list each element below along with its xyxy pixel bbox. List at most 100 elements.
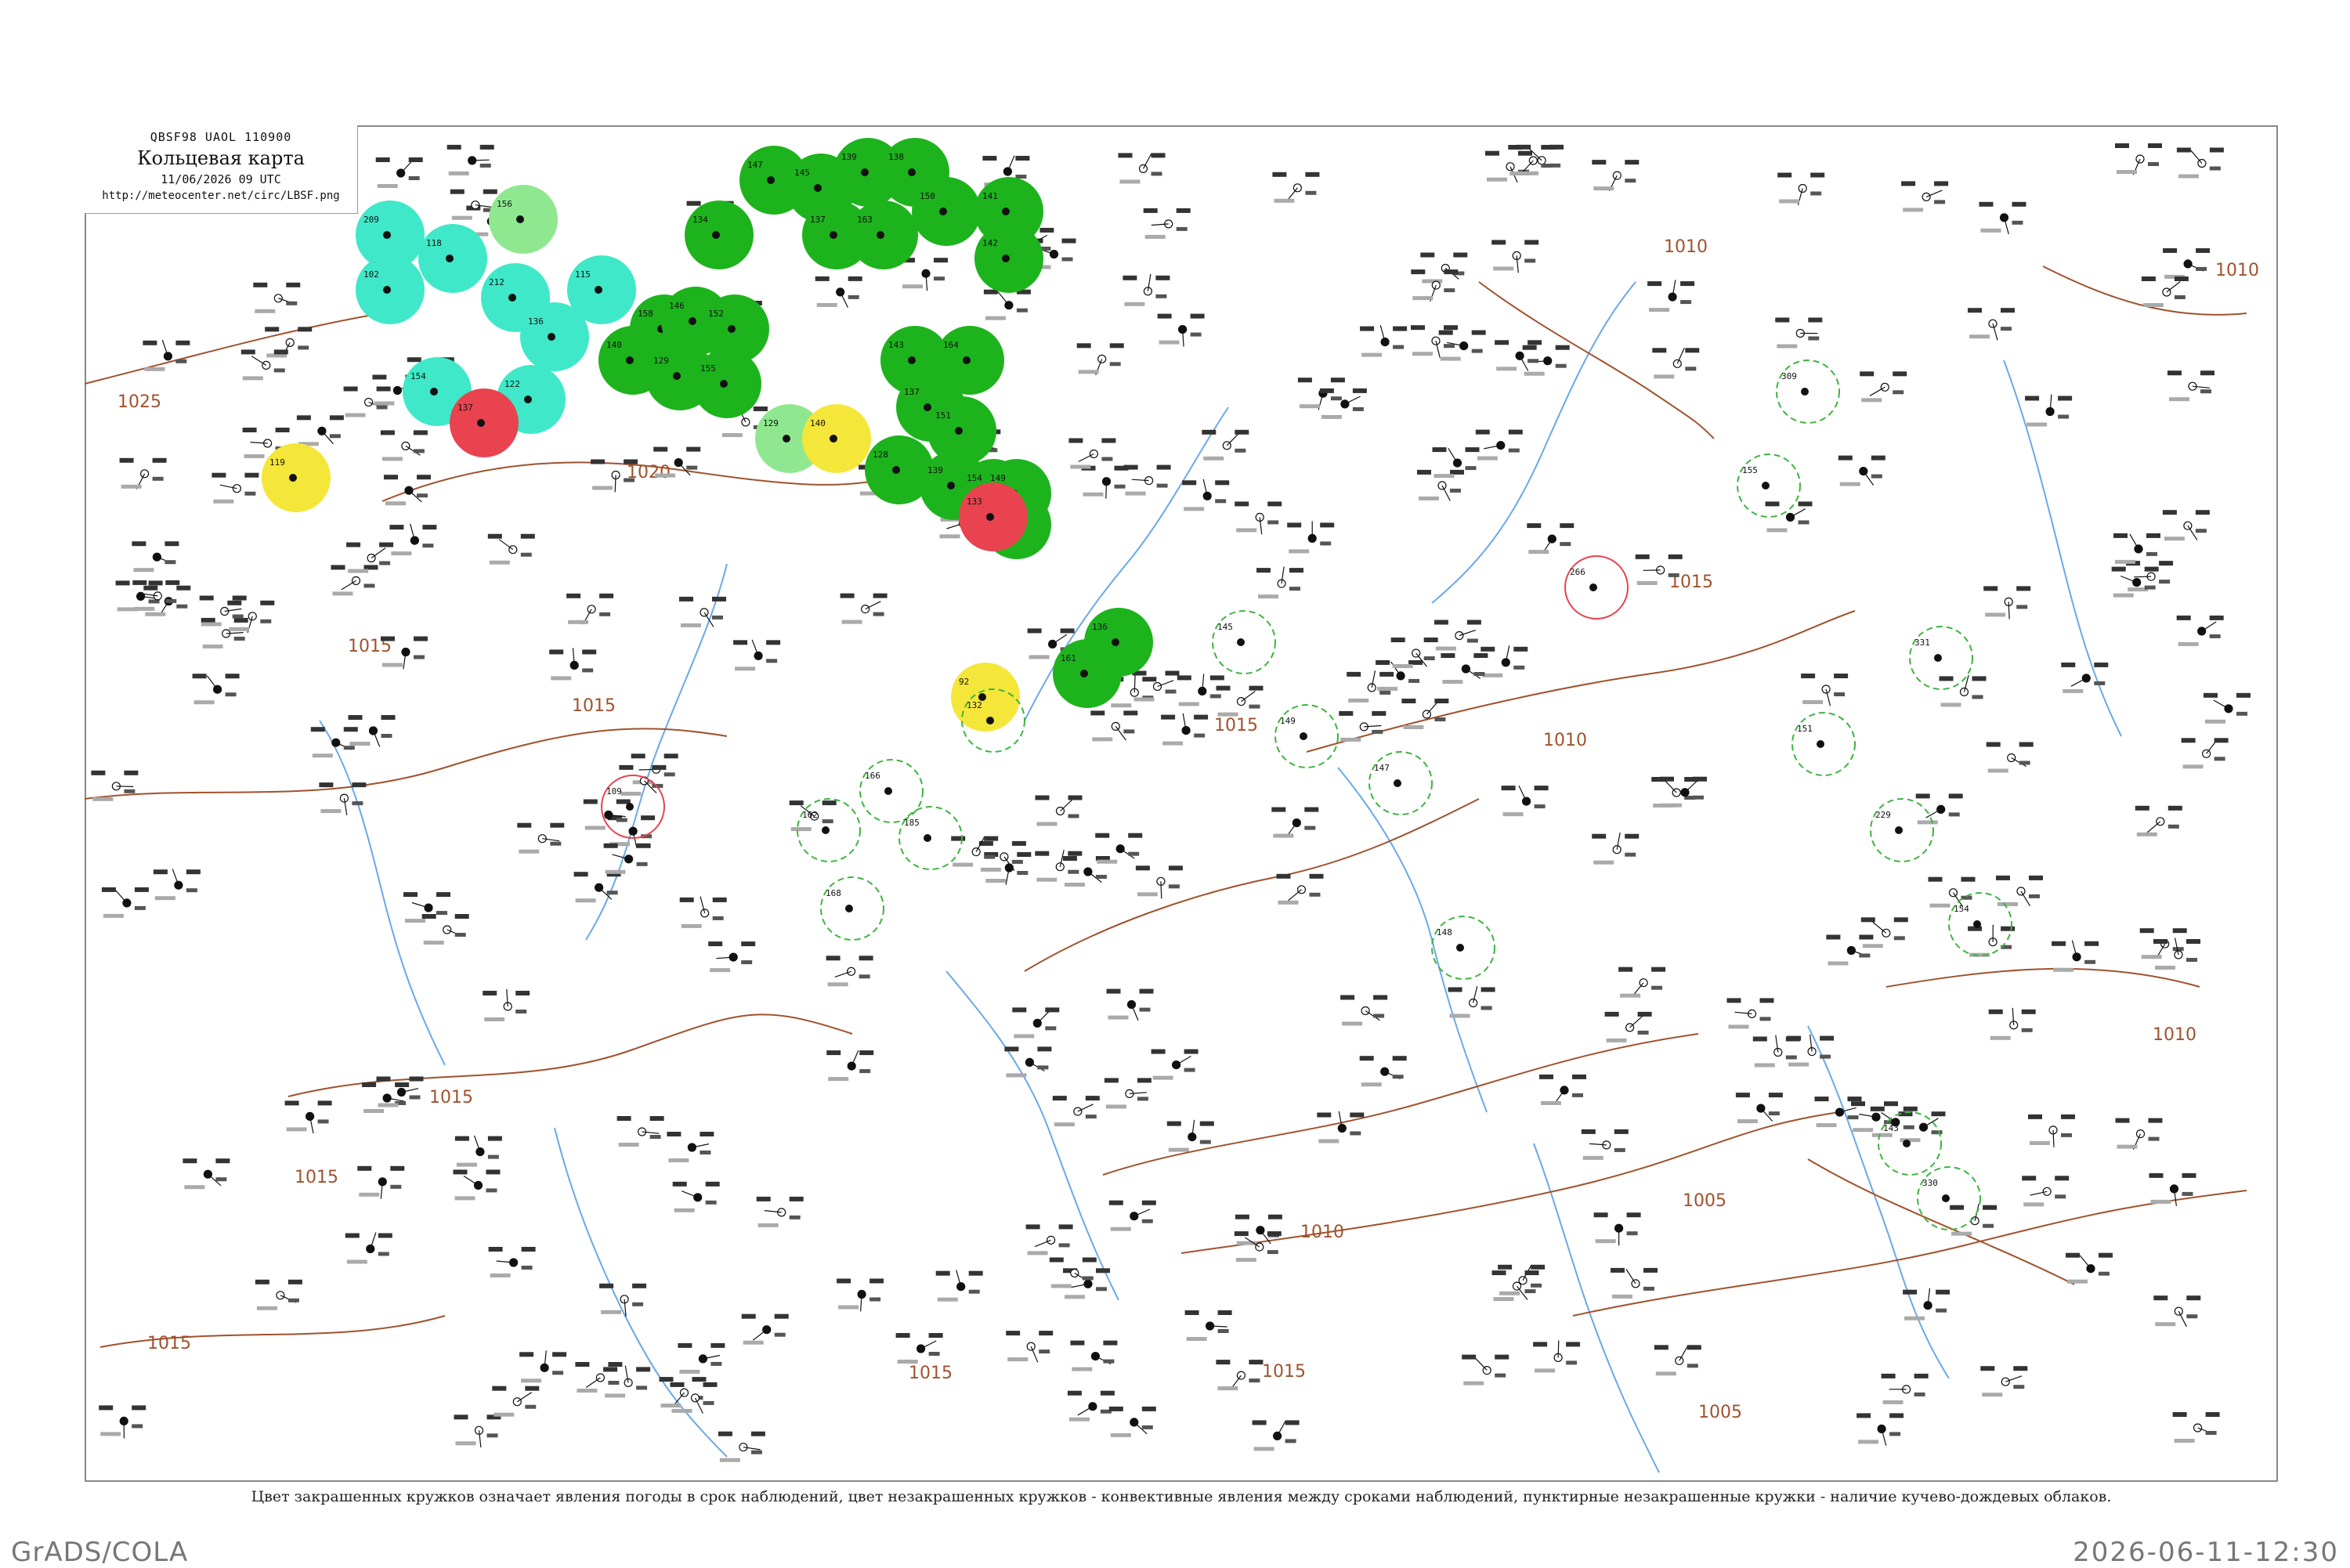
isobar-label: 1015 <box>1214 716 1258 735</box>
station-marker[interactable]: 229 <box>1871 799 1933 862</box>
station-value: 139 <box>927 465 943 475</box>
station-glyph <box>1272 172 1319 203</box>
station-dot <box>1456 944 1464 952</box>
station-dot <box>383 231 391 239</box>
station-marker[interactable]: 142 <box>974 224 1043 293</box>
station-dot <box>626 803 634 811</box>
station-value: 143 <box>888 340 904 350</box>
isobar-line <box>1886 969 2200 987</box>
station-glyph <box>1448 986 1495 1017</box>
station-glyph <box>1727 998 1774 1028</box>
station-marker[interactable]: 134 <box>685 201 754 269</box>
station-marker[interactable]: 166 <box>860 760 923 822</box>
station-glyph <box>896 1333 943 1364</box>
map-title-box: QBSF98 UAOL 110900 Кольцевая карта 11/06… <box>85 125 358 214</box>
station-glyph <box>826 1050 873 1081</box>
station-glyph <box>1277 874 1324 905</box>
map-url[interactable]: http://meteocenter.net/circ/LBSF.png <box>85 190 357 202</box>
station-marker[interactable]: 150 <box>912 177 981 246</box>
station-value: 129 <box>763 418 779 428</box>
station-marker[interactable]: 118 <box>418 224 487 293</box>
station-glyph <box>673 1182 720 1212</box>
station-marker[interactable]: 147 <box>1369 752 1432 815</box>
station-marker[interactable]: 148 <box>1432 916 1495 979</box>
station-glyph <box>2066 1253 2113 1284</box>
station-marker[interactable]: 163 <box>849 201 918 269</box>
station-glyph <box>1775 318 1822 349</box>
rivers <box>320 282 2121 1472</box>
station-glyph <box>1420 253 1467 284</box>
station-dot <box>1903 1140 1911 1147</box>
isobar-line <box>1103 1034 1698 1175</box>
station-glyph <box>1109 1407 1156 1437</box>
station-marker[interactable]: 155 <box>1737 454 1800 517</box>
station-glyph <box>1882 1374 1929 1404</box>
station-glyph <box>1077 343 1124 375</box>
station-marker[interactable]: 102 <box>356 255 425 324</box>
station-glyph <box>1651 777 1698 807</box>
station-glyph <box>671 1382 718 1414</box>
station-glyph <box>680 897 727 928</box>
station-value: 209 <box>363 215 379 225</box>
station-glyph <box>1235 501 1282 534</box>
station-marker[interactable]: 143 <box>1878 1112 1941 1175</box>
footer-timestamp: 2026-06-11-12:30 <box>2073 1537 2339 1568</box>
isobar-label: 1010 <box>2153 1025 2196 1045</box>
station-value: 150 <box>920 191 935 201</box>
station-glyph <box>154 869 201 901</box>
station-value: 129 <box>653 356 669 366</box>
station-glyph <box>815 276 862 308</box>
station-marker[interactable]: 149 <box>1275 705 1338 768</box>
station-glyph <box>984 290 1031 320</box>
isobar-label: 1015 <box>909 1364 953 1383</box>
station-glyph <box>1462 1355 1509 1386</box>
station-glyph <box>183 1158 230 1189</box>
station-glyph <box>2163 248 2210 279</box>
station-dot <box>892 466 900 474</box>
station-glyph <box>1989 1008 2036 1040</box>
station-marker[interactable]: 309 <box>1777 360 1839 423</box>
isobar-label: 1015 <box>295 1168 338 1187</box>
station-marker[interactable]: 119 <box>262 443 331 512</box>
station-dot <box>524 396 532 403</box>
station-glyph <box>1654 1345 1701 1375</box>
station-glyph <box>492 1386 539 1417</box>
station-marker[interactable]: 155 <box>692 349 761 418</box>
station-dot <box>720 380 728 388</box>
station-dot <box>822 826 830 834</box>
station-dot <box>383 286 391 294</box>
station-dot <box>845 905 853 912</box>
station-glyph <box>1903 1288 1950 1321</box>
station-glyph <box>2061 663 2108 693</box>
station-marker[interactable]: 140 <box>802 404 871 473</box>
station-marker[interactable]: 164 <box>935 326 1004 395</box>
station-glyph <box>1987 742 2034 773</box>
station-marker[interactable]: 145 <box>1213 611 1275 674</box>
station-marker[interactable]: 168 <box>821 877 884 940</box>
station-dot <box>689 317 696 325</box>
weather-map[interactable]: 1025102010151015101510151015101510151010… <box>85 125 2278 1482</box>
station-glyph <box>447 145 494 175</box>
station-dot <box>1942 1194 1950 1202</box>
station-glyph <box>1119 153 1166 183</box>
station-marker[interactable]: 115 <box>567 255 636 324</box>
station-dot <box>877 231 884 239</box>
station-marker[interactable]: 137 <box>450 388 519 457</box>
station-dot <box>446 255 454 262</box>
station-glyph <box>1647 280 1694 312</box>
station-glyph <box>1476 430 1523 461</box>
station-value: 119 <box>269 457 285 468</box>
station-marker[interactable]: 330 <box>1918 1167 1980 1230</box>
station-glyph <box>454 1414 501 1447</box>
station-marker[interactable]: 133 <box>959 482 1028 551</box>
station-marker[interactable]: 266 <box>1565 556 1628 619</box>
station-dot <box>986 717 994 724</box>
station-marker[interactable]: 156 <box>489 185 558 254</box>
station-glyph <box>1360 1056 1407 1086</box>
station-marker[interactable]: 161 <box>1053 639 1122 708</box>
station-glyph <box>102 887 149 918</box>
station-marker[interactable]: 151 <box>1792 713 1855 775</box>
station-glyph <box>1611 1268 1658 1299</box>
station-glyph <box>488 534 535 565</box>
station-dot <box>1589 583 1597 591</box>
